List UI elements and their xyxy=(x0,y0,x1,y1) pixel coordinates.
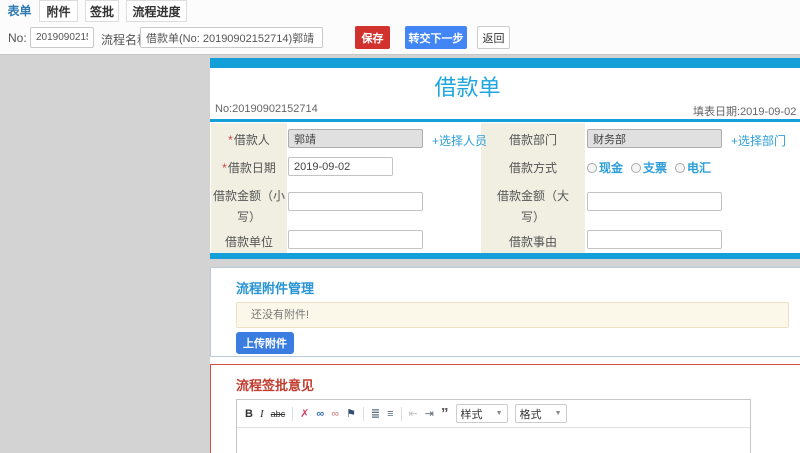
strikethrough-icon[interactable]: abc xyxy=(271,407,286,421)
unit-label: 借款单位 xyxy=(224,235,273,249)
required-mark: * xyxy=(222,161,227,175)
panel-bottom-bar xyxy=(210,253,800,259)
approval-section-title: 流程签批意见 xyxy=(236,378,315,393)
toolbar-separator xyxy=(292,406,294,421)
department-label: 借款部门 xyxy=(508,133,557,147)
toolbar-separator xyxy=(400,406,402,421)
required-mark: * xyxy=(228,133,233,147)
app-screen: 表单 附件 签批 流程进度 No: 流程名称: 保存 转交下一步 返回 借款单 … xyxy=(0,0,800,453)
loan-form-panel: 借款单 No:20190902152714 填表日期:2019-09-02 15… xyxy=(210,58,800,259)
unit-input[interactable] xyxy=(288,230,423,249)
tab-attachments[interactable]: 附件 xyxy=(39,0,78,22)
italic-icon[interactable]: I xyxy=(260,407,264,421)
divider-line xyxy=(210,119,800,122)
reason-input[interactable] xyxy=(587,230,722,249)
no-attachment-alert: 还没有附件! xyxy=(236,302,789,328)
format-dropdown[interactable]: 格式 ▼ xyxy=(514,404,567,423)
save-button[interactable]: 保存 xyxy=(355,26,390,49)
chevron-down-icon: ▼ xyxy=(554,410,562,417)
forward-next-step-button[interactable]: 转交下一步 xyxy=(405,26,467,49)
amount-big-label: 借款金额（大 写） xyxy=(496,189,569,224)
attachment-panel: 流程附件管理 还没有附件! 上传附件 xyxy=(210,267,800,357)
approval-panel: 流程签批意见 B I abc ✗ ∞ ∞ ⚑ ≣ ≡ ⇤ ⇥ ” 样式 ▼ 格式… xyxy=(210,364,800,453)
tab-progress[interactable]: 流程进度 xyxy=(126,0,187,22)
outdent-icon[interactable]: ⇤ xyxy=(409,407,418,421)
no-input[interactable] xyxy=(30,27,94,48)
form-title: 借款单 xyxy=(434,75,501,100)
amount-small-label: 借款金额（小 写） xyxy=(212,189,285,224)
numbered-list-icon[interactable]: ≣ xyxy=(371,407,380,421)
styles-dropdown[interactable]: 样式 ▼ xyxy=(455,404,508,423)
amount-big-input[interactable] xyxy=(587,192,722,211)
editor-content-area[interactable] xyxy=(237,428,750,453)
select-department-link[interactable]: +选择部门 xyxy=(731,132,786,149)
borrower-input[interactable] xyxy=(288,129,423,148)
radio-cash[interactable]: 现金 xyxy=(587,159,623,176)
back-button[interactable]: 返回 xyxy=(477,26,510,49)
indent-icon[interactable]: ⇥ xyxy=(425,407,434,421)
anchor-flag-icon[interactable]: ⚑ xyxy=(346,407,356,421)
radio-wire-transfer[interactable]: 电汇 xyxy=(675,159,711,176)
blockquote-icon[interactable]: ” xyxy=(441,406,449,421)
rich-text-editor[interactable]: B I abc ✗ ∞ ∞ ⚑ ≣ ≡ ⇤ ⇥ ” 样式 ▼ 格式 ▼ xyxy=(236,399,751,453)
remove-format-icon[interactable]: ✗ xyxy=(300,407,309,421)
tab-form[interactable]: 表单 xyxy=(0,0,39,22)
attachment-section-title: 流程附件管理 xyxy=(236,281,315,296)
form-date-text: 填表日期:2019-09-02 15:27:1 xyxy=(693,106,800,118)
radio-circle-icon xyxy=(675,162,686,173)
amount-small-input[interactable] xyxy=(288,192,423,211)
loan-date-label: *借款日期 xyxy=(222,161,276,175)
tab-approval[interactable]: 签批 xyxy=(85,0,119,22)
method-radio-group: 现金 支票 电汇 xyxy=(587,159,711,176)
bold-icon[interactable]: B xyxy=(245,407,253,421)
unlink-icon[interactable]: ∞ xyxy=(331,407,339,421)
link-icon[interactable]: ∞ xyxy=(316,407,324,421)
reason-label: 借款事由 xyxy=(508,235,557,249)
toolbar-separator xyxy=(362,406,364,421)
header: 表单 附件 签批 流程进度 No: 流程名称: 保存 转交下一步 返回 xyxy=(0,0,800,55)
editor-toolbar: B I abc ✗ ∞ ∞ ⚑ ≣ ≡ ⇤ ⇥ ” 样式 ▼ 格式 ▼ xyxy=(237,400,750,428)
select-person-link[interactable]: +选择人员 xyxy=(432,132,487,149)
radio-circle-icon xyxy=(587,162,597,173)
form-no-text: No:20190902152714 xyxy=(215,103,318,115)
chevron-down-icon: ▼ xyxy=(495,410,503,417)
upload-attachment-button[interactable]: 上传附件 xyxy=(236,332,294,354)
department-input[interactable] xyxy=(587,129,722,148)
process-name-input[interactable] xyxy=(140,27,323,48)
radio-circle-icon xyxy=(631,162,642,173)
no-label: No: xyxy=(8,31,27,45)
bullet-list-icon[interactable]: ≡ xyxy=(387,407,393,421)
panel-top-bar xyxy=(210,58,800,68)
method-label: 借款方式 xyxy=(508,161,557,175)
radio-cheque[interactable]: 支票 xyxy=(631,159,667,176)
borrower-label: *借款人 xyxy=(228,133,270,147)
loan-date-input[interactable] xyxy=(288,157,393,176)
